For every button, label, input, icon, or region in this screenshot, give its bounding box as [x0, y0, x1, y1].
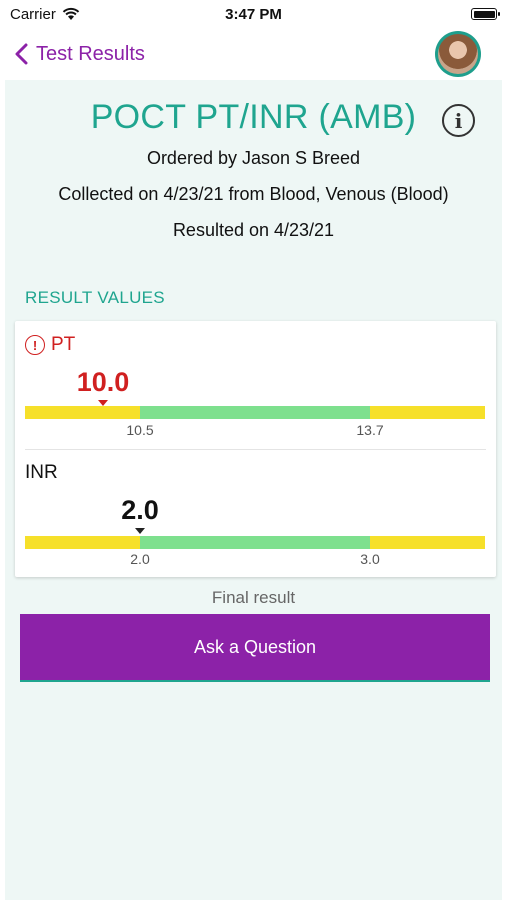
status-bar: Carrier 3:47 PM [0, 0, 507, 28]
avatar-photo [438, 34, 478, 74]
range-low-label: 2.0 [130, 551, 150, 567]
info-icon[interactable]: i [442, 104, 475, 137]
range-normal-segment [140, 406, 370, 419]
resulted-info: Resulted on 4/23/21 [172, 220, 335, 240]
battery-icon [471, 8, 500, 20]
result-name-pt: ! PT [25, 334, 75, 356]
result-row-pt[interactable]: ! PT 10.0 10.5 13.7 [15, 321, 496, 449]
range-low-segment [25, 536, 140, 549]
back-button-label: Test Results [36, 42, 145, 65]
range-low-label: 10.5 [126, 422, 154, 438]
ordered-by: Ordered by Jason S Breed [146, 148, 361, 168]
range-bar [25, 406, 485, 419]
battery-level [473, 10, 495, 18]
result-row-inr[interactable]: INR 2.0 2.0 3.0 [15, 449, 496, 577]
title-row: POCT PT/INR (AMB) [5, 98, 502, 137]
result-value-pt: 10.0 [76, 367, 130, 397]
result-card: ! PT 10.0 10.5 13.7 INR 2.0 2.0 3.0 [15, 321, 496, 577]
avatar[interactable] [435, 31, 481, 77]
range-normal-segment [140, 536, 370, 549]
range-high-label: 3.0 [360, 551, 380, 567]
range-high-segment [370, 406, 485, 419]
section-label: RESULT VALUES [25, 288, 165, 307]
final-result-label: Final result [211, 588, 296, 607]
status-time: 3:47 PM [225, 5, 282, 23]
nav-bar: Test Results [0, 28, 507, 80]
chevron-left-icon [15, 43, 28, 65]
collected-info: Collected on 4/23/21 from Blood, Venous … [58, 184, 449, 204]
ask-question-button[interactable]: Ask a Question [20, 614, 490, 680]
result-detail: POCT PT/INR (AMB) i Ordered by Jason S B… [5, 80, 502, 900]
range-low-segment [25, 406, 140, 419]
page-title: POCT PT/INR (AMB) [90, 98, 417, 136]
result-value-inr: 2.0 [121, 495, 159, 525]
result-name-inr: INR [25, 462, 58, 484]
range-bar [25, 536, 485, 549]
range-high-label: 13.7 [356, 422, 384, 438]
value-marker [135, 528, 145, 534]
result-name-label: INR [25, 462, 58, 483]
back-button[interactable]: Test Results [14, 43, 145, 66]
result-name-label: PT [51, 334, 76, 355]
alert-icon: ! [25, 335, 45, 355]
range-high-segment [370, 536, 485, 549]
